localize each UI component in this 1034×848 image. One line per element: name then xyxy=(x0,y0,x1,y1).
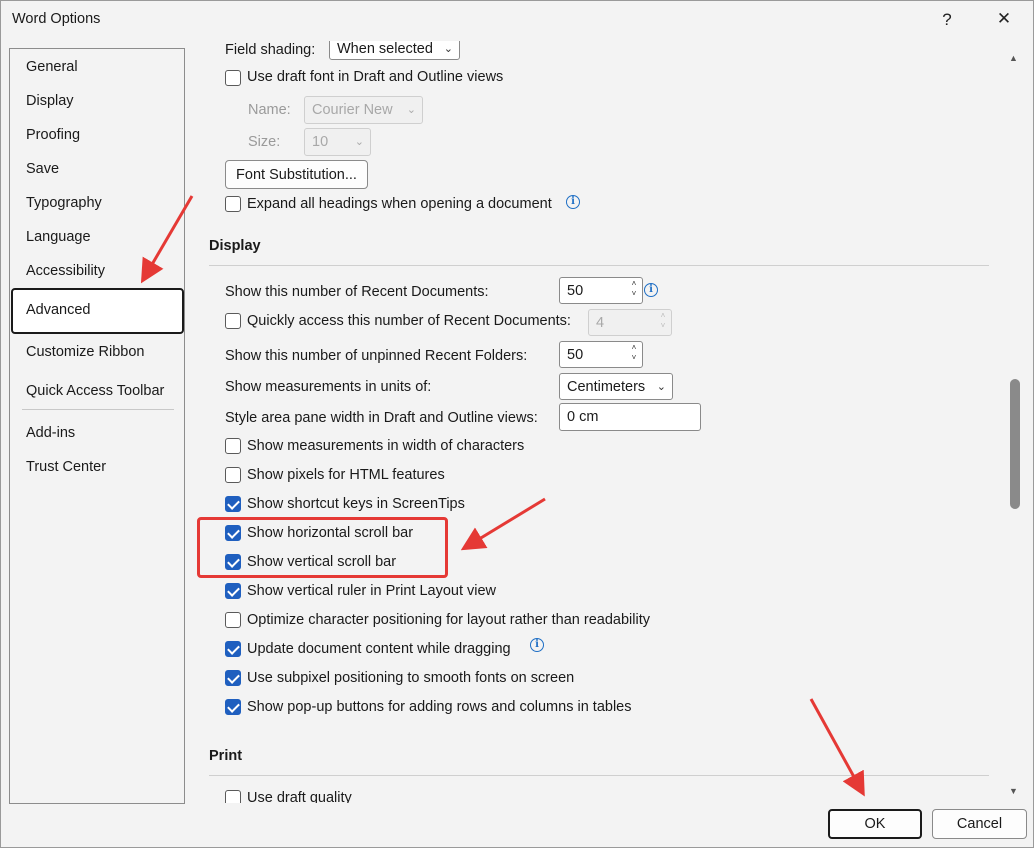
arrow-to-ok xyxy=(809,698,865,797)
word-options-dialog: Word Options ? ✕ General Display Proofin… xyxy=(0,0,1034,848)
arrow-to-scrollbar-options xyxy=(460,497,546,551)
annotation-arrows xyxy=(140,195,865,797)
arrow-to-advanced xyxy=(140,195,194,284)
